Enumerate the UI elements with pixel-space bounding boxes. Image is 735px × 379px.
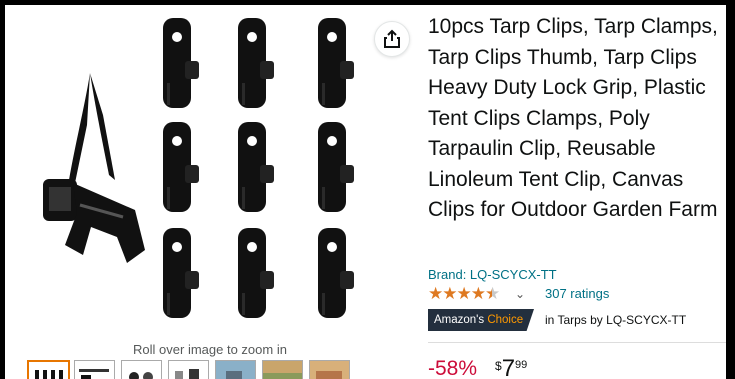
thumbnail[interactable]	[27, 360, 70, 379]
thumbnail[interactable]	[168, 360, 209, 379]
side-view-clip	[43, 73, 145, 263]
thumbnail[interactable]	[309, 360, 350, 379]
image-gallery: Roll over image to zoom in	[5, 5, 415, 379]
price-fraction: 99	[515, 359, 528, 371]
ratings-count-link[interactable]: 307 ratings	[545, 286, 609, 301]
product-title: 10pcs Tarp Clips, Tarp Clamps, Tarp Clip…	[428, 15, 718, 221]
product-page: Roll over image to zoom in 10pcs Tarp Cl…	[5, 5, 726, 379]
star-rating[interactable]: ★★★★★	[428, 284, 500, 304]
brand-link[interactable]: Brand: LQ-SCYCX-TT	[428, 267, 557, 282]
share-button[interactable]	[374, 21, 410, 57]
thumbnail[interactable]	[74, 360, 115, 379]
product-image[interactable]	[5, 5, 415, 340]
thumbnail[interactable]	[121, 360, 162, 379]
star-half-icon: ★	[485, 284, 500, 303]
badge-prefix: Amazon's	[434, 314, 488, 326]
rating-row: ★★★★★ ⌄ 307 ratings	[428, 284, 726, 304]
zoom-hint: Roll over image to zoom in	[133, 342, 287, 357]
star-icon: ★	[442, 284, 457, 303]
thumbnail[interactable]	[215, 360, 256, 379]
price: $799	[495, 357, 527, 379]
star-icon: ★	[428, 284, 443, 303]
thumbnail[interactable]	[262, 360, 303, 379]
star-icon: ★	[456, 284, 472, 303]
divider	[428, 342, 726, 343]
amazons-choice-badge[interactable]: Amazon's Choice	[428, 309, 534, 331]
choice-category-text: in Tarps by LQ-SCYCX-TT	[545, 313, 687, 327]
price-whole: 7	[501, 355, 516, 379]
price-symbol: $	[495, 359, 502, 373]
amazons-choice-row: Amazon's Choice in Tarps by LQ-SCYCX-TT	[428, 309, 726, 331]
star-icon: ★	[470, 284, 486, 303]
discount-percent: -58%	[428, 357, 478, 379]
chevron-down-icon[interactable]: ⌄	[515, 287, 525, 301]
badge-accent: Choice	[487, 314, 524, 326]
share-icon	[384, 29, 400, 48]
